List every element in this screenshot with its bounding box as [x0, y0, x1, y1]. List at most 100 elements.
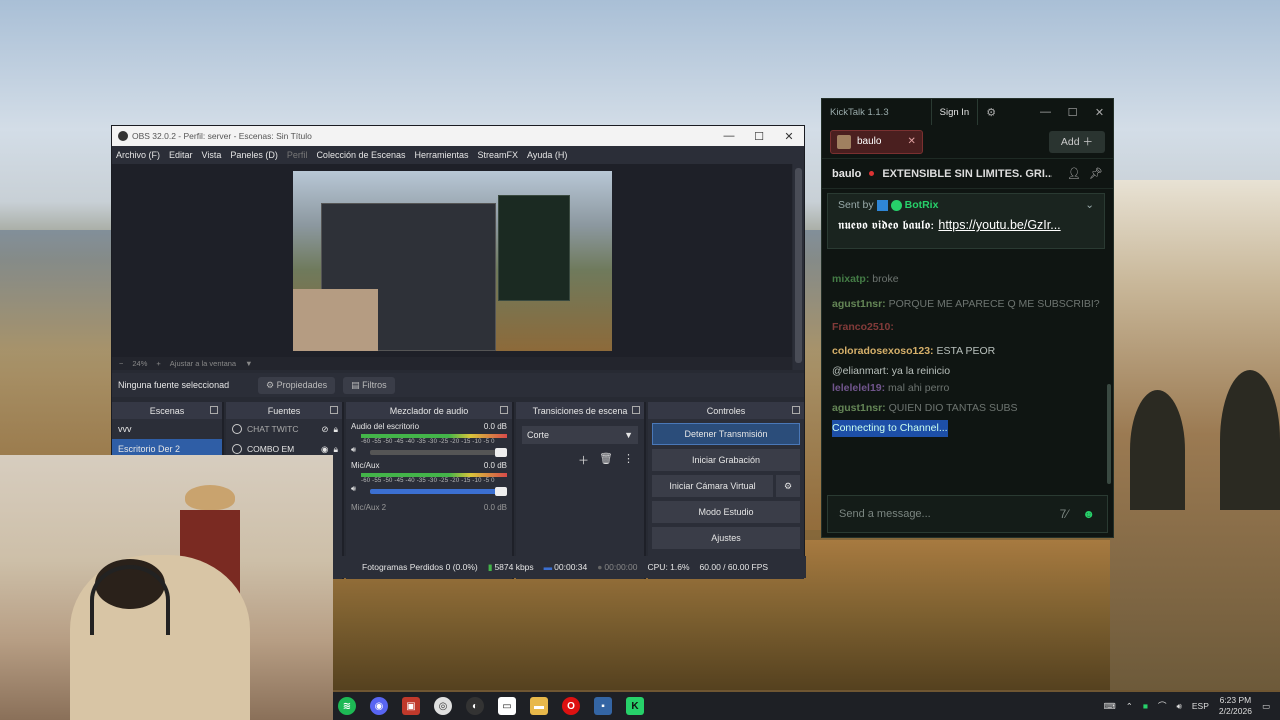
chat-text: broke [872, 273, 899, 285]
start-virtual-camera-button[interactable]: Iniciar Cámara Virtual [652, 475, 773, 497]
menu-vista[interactable]: Vista [202, 150, 222, 160]
chat-user[interactable]: @elianmart: [832, 365, 889, 377]
chat-text: QUIEN DIO TANTAS SUBS [888, 402, 1018, 414]
chat-user[interactable]: coloradosexoso123: [832, 345, 934, 357]
sign-in-button[interactable]: Sign In [930, 99, 979, 125]
chat-user[interactable]: mixatp: [832, 273, 869, 285]
undock-icon[interactable] [792, 406, 800, 414]
start-recording-button[interactable]: Iniciar Grabación [652, 449, 800, 471]
eye-icon[interactable]: ◉ [321, 444, 328, 455]
kicktalk-titlebar[interactable]: KickTalk 1.1.3 Sign In ⚙ — ☐ ✕ [822, 99, 1113, 125]
virtual-camera-settings-icon[interactable]: ⚙ [776, 475, 800, 497]
opera-icon[interactable]: O [562, 697, 580, 715]
menu-editar[interactable]: Editar [169, 150, 193, 160]
kicktalk-window: KickTalk 1.1.3 Sign In ⚙ — ☐ ✕ baulo ✕ A… [821, 98, 1114, 538]
settings-button[interactable]: Ajustes [652, 527, 800, 549]
chat-user[interactable]: Franco2510: [832, 321, 894, 333]
transition-select[interactable]: Corte ▼ [522, 426, 638, 444]
chevron-down-icon[interactable]: ▼ [245, 359, 252, 368]
cpu-usage: CPU: 1.6% [647, 562, 690, 572]
zoom-in-icon[interactable]: + [156, 359, 160, 368]
preview-scrollbar[interactable] [793, 164, 804, 370]
chrome-icon[interactable]: ◎ [434, 697, 452, 715]
discord-icon[interactable]: ◉ [370, 697, 388, 715]
transitions-header: Transiciones de escena [532, 405, 628, 416]
studio-mode-button[interactable]: Modo Estudio [652, 501, 800, 523]
network-icon[interactable]: ⌒ [1158, 700, 1167, 712]
mixer-channel: Mic/Aux 0.0 dB -60 -55 -50 -45 -40 -35 -3… [346, 458, 512, 497]
chat-scrollbar[interactable] [1107, 384, 1111, 484]
emote-icon[interactable]: ☻ [1082, 507, 1095, 521]
lock-icon[interactable]: 🔒︎ [333, 444, 342, 455]
chevron-up-icon[interactable]: ⌃ [1126, 701, 1133, 712]
speaker-icon[interactable]: 🔊︎ [351, 445, 356, 455]
undock-icon[interactable] [330, 406, 338, 414]
capcut-icon[interactable]: ▭ [498, 697, 516, 715]
translate-icon[interactable]: 7⁄ [1060, 507, 1069, 521]
channel-name[interactable]: baulo [832, 168, 861, 180]
chat-tab[interactable]: baulo ✕ [830, 129, 923, 154]
undock-icon[interactable] [500, 406, 508, 414]
eye-hidden-icon[interactable]: ⊘ [321, 424, 328, 435]
add-icon[interactable]: ＋ [578, 452, 589, 468]
menu-coleccion[interactable]: Colección de Escenas [316, 150, 405, 160]
undock-icon[interactable] [632, 406, 640, 414]
meter-ticks: -60 -55 -50 -45 -40 -35 -30 -25 -20 -15 … [361, 478, 495, 484]
sources-header: Fuentes [267, 405, 301, 416]
menu-herramientas[interactable]: Herramientas [415, 150, 469, 160]
lock-icon[interactable]: 🔒︎ [333, 424, 342, 435]
message-input[interactable]: Send a message... 7⁄ ☻ [827, 495, 1108, 533]
obs-preview[interactable] [112, 164, 792, 359]
volume-fader[interactable] [370, 486, 507, 496]
obs-titlebar[interactable]: OBS 32.0.2 - Perfil: server - Escenas: S… [112, 126, 804, 146]
stop-streaming-button[interactable]: Detener Transmisión [652, 423, 800, 445]
maximize-icon[interactable]: ☐ [744, 130, 774, 143]
menu-archivo[interactable]: Archivo (F) [116, 150, 160, 160]
add-tab-button[interactable]: Add ＋ [1048, 130, 1105, 153]
more-icon[interactable]: ⋮ [623, 452, 634, 468]
notification-icon[interactable]: ▭ [1262, 701, 1270, 712]
properties-button[interactable]: ⚙ Propiedades [258, 376, 336, 394]
pinned-link[interactable]: https://youtu.be/GzIr... [938, 218, 1060, 232]
close-icon[interactable]: ✕ [1086, 106, 1113, 119]
gear-icon[interactable]: ⚙ [986, 106, 996, 119]
close-tab-icon[interactable]: ✕ [907, 136, 915, 147]
menu-perfil[interactable]: Perfil [287, 150, 308, 160]
trash-icon[interactable]: 🗑︎ [599, 452, 613, 468]
menu-paneles[interactable]: Paneles (D) [230, 150, 278, 160]
keyboard-icon[interactable]: ⌨ [1103, 701, 1115, 712]
app-icon[interactable]: ▪ [594, 697, 612, 715]
menu-ayuda[interactable]: Ayuda (H) [527, 150, 567, 160]
user-icon[interactable]: 👤︎ [1067, 167, 1081, 180]
obs-icon[interactable]: ◐ [466, 697, 484, 715]
source-item[interactable]: CHAT TWITC ⊘ 🔒︎ [226, 419, 342, 439]
maximize-icon[interactable]: ☐ [1059, 106, 1086, 119]
chat-user[interactable]: lelelelel19: [832, 382, 885, 394]
zoom-out-icon[interactable]: − [119, 359, 123, 368]
filters-button[interactable]: ▤ Filtros [343, 376, 395, 394]
chat-user[interactable]: agust1nsr: [832, 402, 886, 414]
volume-icon[interactable]: 🔊︎ [1177, 701, 1182, 712]
undock-icon[interactable] [210, 406, 218, 414]
language-indicator[interactable]: ESP [1192, 701, 1209, 711]
volume-fader[interactable] [370, 447, 507, 457]
kicktalk-taskbar-icon[interactable]: K [626, 697, 644, 715]
folder-icon[interactable]: ▬ [530, 697, 548, 715]
signal-icon: ▮ [487, 561, 493, 572]
kick-tray-icon[interactable]: ■ [1143, 701, 1148, 711]
minimize-icon[interactable]: — [1032, 106, 1059, 119]
close-icon[interactable]: ✕ [774, 130, 804, 143]
clock[interactable]: 6:23 PM 2/2/2026 [1219, 695, 1252, 717]
video-app-icon[interactable]: ▣ [402, 697, 420, 715]
chat-user[interactable]: agust1nsr: [832, 298, 886, 310]
pin-icon[interactable]: 📌︎ [1089, 167, 1103, 180]
channel-name: Mic/Aux 2 [351, 503, 387, 512]
minimize-icon[interactable]: — [714, 130, 744, 143]
dropped-frames: Fotogramas Perdidos 0 (0.0%) [362, 562, 478, 572]
chevron-down-icon[interactable]: ⌄ [1085, 199, 1094, 211]
menu-streamfx[interactable]: StreamFX [478, 150, 519, 160]
spotify-icon[interactable]: ≋ [338, 697, 356, 715]
scene-item[interactable]: vvv [112, 419, 222, 439]
fit-window-label[interactable]: Ajustar a la ventana [170, 359, 236, 368]
speaker-icon[interactable]: 🔊︎ [351, 484, 356, 494]
